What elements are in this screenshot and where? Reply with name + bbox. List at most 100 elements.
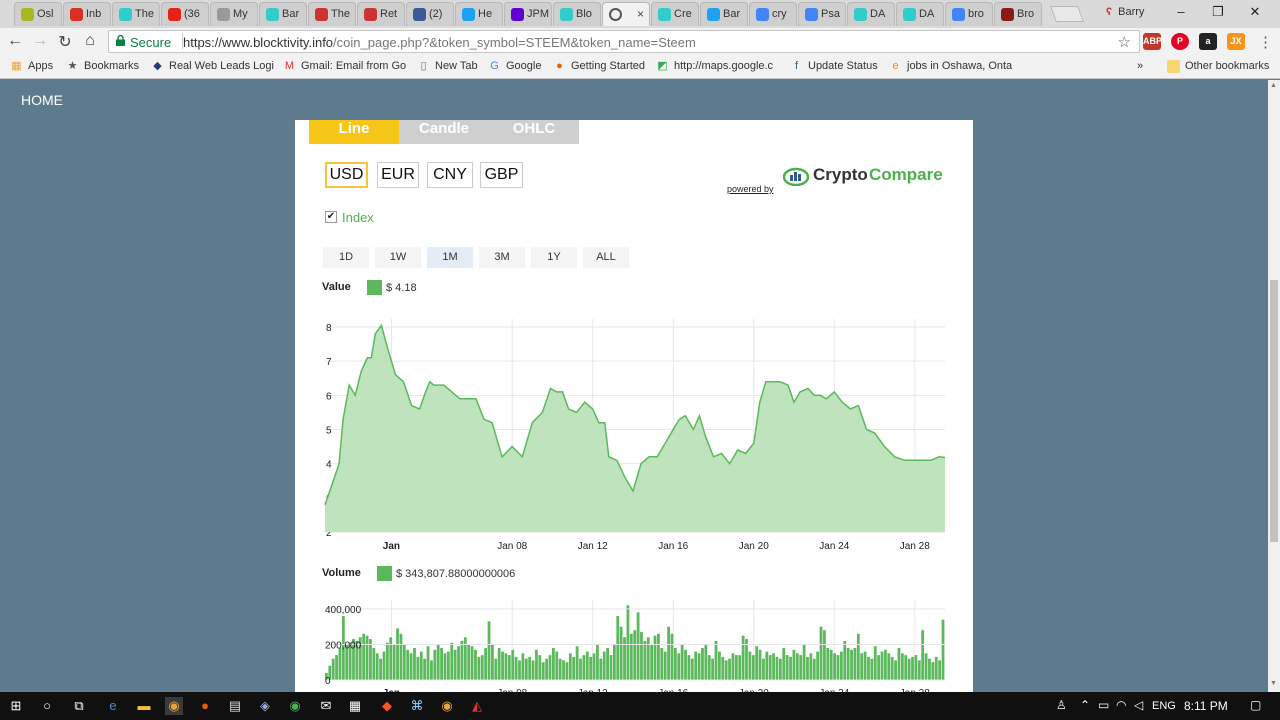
browser-tab[interactable]: Bro [994,2,1042,26]
forward-icon[interactable]: → [30,32,50,50]
clock[interactable]: 8:11 PM [1184,699,1228,713]
range-button-all[interactable]: ALL [583,247,629,268]
browser-tab[interactable]: Bar [700,2,748,26]
browser-tab[interactable]: (2) [406,2,454,26]
tray-chevron-icon[interactable]: ⌃ [1080,698,1090,712]
browser-tab[interactable]: Psa [798,2,846,26]
browser-tab[interactable]: Ret [357,2,405,26]
restore-button[interactable]: ❐ [1203,4,1233,20]
people-icon[interactable]: ♙ [1056,698,1067,712]
wifi-icon[interactable]: ◠ [1116,698,1126,712]
range-button-1m[interactable]: 1M [427,247,473,268]
bookmark-item[interactable]: ◩ http://maps.google.c [656,60,773,72]
tab-title: Ret [380,8,398,20]
amazon-icon[interactable]: a [1199,33,1217,50]
bookmark-item[interactable]: ◆ Real Web Leads Logi [151,60,274,72]
cortana-icon[interactable]: ○ [38,697,56,715]
chart-type-tab-candle[interactable]: Candle [399,120,489,144]
bookmarks-overflow-button[interactable]: » [1137,60,1143,72]
language-indicator[interactable]: ENG [1152,700,1176,712]
task-view-icon[interactable]: ⧉ [70,697,88,715]
mail-icon[interactable]: ✉ [317,697,335,715]
browser-tab[interactable]: Cre [651,2,699,26]
app-green-icon[interactable]: ◉ [286,697,304,715]
notifications-icon[interactable]: ▢ [1250,698,1261,712]
home-nav-link[interactable]: HOME [21,92,63,108]
close-tab-icon[interactable]: × [637,7,644,21]
browser-tab[interactable]: Osl [14,2,62,26]
browser-tab[interactable]: cry [749,2,797,26]
home-icon[interactable]: ⌂ [80,32,100,50]
bookmark-item[interactable]: M Gmail: Email from Go [283,60,406,72]
powered-by-link[interactable]: powered by [727,184,774,194]
brave-icon[interactable]: ◆ [378,697,396,715]
bookmark-item[interactable]: f Update Status [790,60,878,72]
currency-button-cny[interactable]: CNY [427,162,473,188]
battery-icon[interactable]: ▭ [1098,698,1109,712]
volume-bar [433,649,437,680]
page-scrollbar[interactable]: ▲ ▼ [1268,80,1280,692]
extension-jx-icon[interactable]: JX [1227,33,1245,50]
chart-type-tab-ohlc[interactable]: OHLC [489,120,579,144]
browser-tab[interactable]: JPM [504,2,552,26]
range-button-3m[interactable]: 3M [479,247,525,268]
browser-tab[interactable]: × [602,2,650,26]
range-button-1y[interactable]: 1Y [531,247,577,268]
currency-button-usd[interactable]: USD [325,162,368,188]
chrome-alt-icon[interactable]: ◉ [438,697,456,715]
scroll-down-icon[interactable]: ▼ [1270,680,1277,687]
browser-tab[interactable]: DA [847,2,895,26]
back-icon[interactable]: ← [5,32,25,50]
volume-chart[interactable]: JanJan 08Jan 12Jan 16Jan 20Jan 24Jan 280… [295,585,973,692]
volume-icon[interactable]: ◁ [1134,698,1143,712]
bookmark-item[interactable]: G Google [488,60,541,72]
range-button-1d[interactable]: 1D [323,247,369,268]
bookmark-item[interactable]: ▦ Apps [10,60,53,72]
price-chart[interactable]: 2345678JanJan 08Jan 12Jan 16Jan 20Jan 24… [295,295,973,565]
scrollbar-thumb[interactable] [1270,280,1278,542]
firefox-icon[interactable]: ● [196,697,214,715]
browser-tab[interactable]: Blo [553,2,601,26]
volume-bar [900,653,904,680]
calculator-icon[interactable]: ▦ [346,697,364,715]
edge-icon[interactable]: e [104,697,122,715]
bookmark-item[interactable]: ● Getting Started [553,60,645,72]
chart-type-tab-line[interactable]: Line [309,120,399,144]
browser-tab[interactable]: Bar [259,2,307,26]
bookmark-item[interactable]: e jobs in Oshawa, Onta [889,60,1012,72]
scroll-up-icon[interactable]: ▲ [1270,82,1277,89]
address-bar[interactable]: Secure https://www.blocktivity.info/coin… [108,30,1140,53]
profile-button[interactable]: ʕ Barry [1106,6,1144,18]
currency-button-eur[interactable]: EUR [377,162,419,188]
close-window-button[interactable]: ✕ [1240,4,1270,20]
app-icon[interactable]: ◈ [256,697,274,715]
adblock-icon[interactable]: ABP [1143,33,1162,50]
currency-button-gbp[interactable]: GBP [480,162,523,188]
browser-tab[interactable]: My [210,2,258,26]
reload-icon[interactable]: ↻ [55,32,75,52]
range-button-1w[interactable]: 1W [375,247,421,268]
file-explorer-icon[interactable]: ▬ [135,697,153,715]
browser-tab[interactable]: Inb [63,2,111,26]
acrobat-icon[interactable]: ◭ [468,697,486,715]
cryptocompare-logo[interactable]: Crypto Compare [783,164,943,186]
tool-icon[interactable]: ⌘ [408,697,426,715]
bookmark-star-icon[interactable]: ☆ [1118,33,1131,51]
browser-tab[interactable]: (36 [161,2,209,26]
browser-tab[interactable]: bro [945,2,993,26]
chrome-icon[interactable]: ◉ [165,697,183,715]
browser-tab[interactable]: He [455,2,503,26]
browser-menu-icon[interactable]: ⋮ [1258,33,1273,51]
index-checkbox[interactable]: ✔ [325,211,337,223]
browser-tab[interactable]: The [112,2,160,26]
other-bookmarks-folder[interactable]: Other bookmarks [1167,60,1269,73]
browser-tab[interactable]: The [308,2,356,26]
browser-tab[interactable]: DA [896,2,944,26]
minimize-button[interactable]: – [1166,4,1196,19]
new-tab-button[interactable] [1050,6,1084,22]
windows-start-icon[interactable]: ⊞ [7,697,25,715]
notepad-icon[interactable]: ▤ [226,697,244,715]
pinterest-icon[interactable]: P [1171,33,1189,50]
bookmark-item[interactable]: ★ Bookmarks [66,60,139,72]
bookmark-item[interactable]: ▯ New Tab [417,60,477,72]
